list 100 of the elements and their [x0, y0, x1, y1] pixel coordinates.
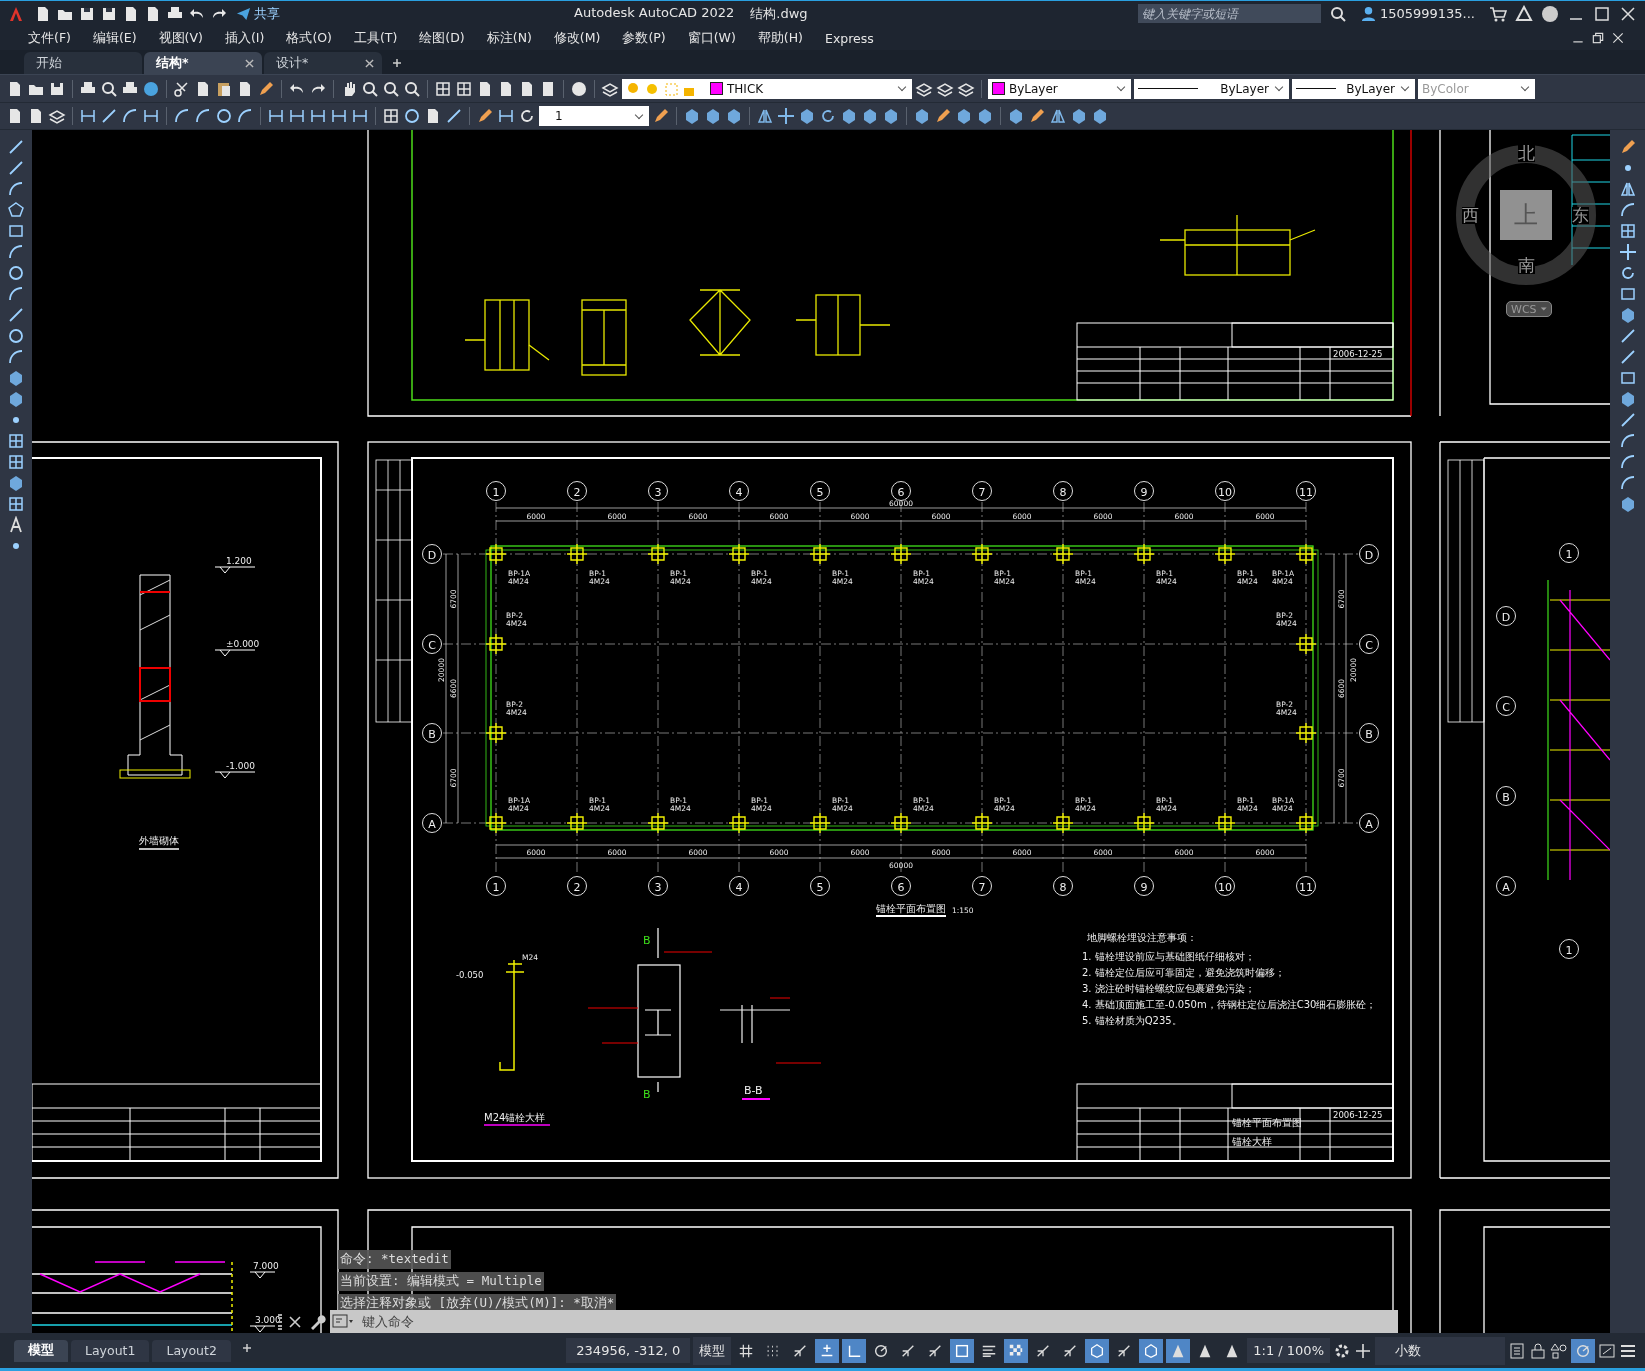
menu-item[interactable]: 文件(F): [20, 27, 79, 49]
cube-icon[interactable]: [725, 107, 743, 125]
coordinates-readout[interactable]: 234956, -312, 0: [566, 1338, 691, 1363]
fullscreen-icon[interactable]: [1598, 1341, 1616, 1360]
layout-tab[interactable]: Layout2: [152, 1339, 231, 1362]
arc-icon[interactable]: [194, 107, 212, 125]
circle-icon[interactable]: [215, 107, 233, 125]
menu-item[interactable]: 视图(V): [150, 27, 211, 49]
grid-icon[interactable]: [7, 495, 25, 513]
cube-icon[interactable]: [1070, 107, 1088, 125]
line-icon[interactable]: [7, 138, 25, 156]
close-icon[interactable]: [365, 58, 374, 68]
line-icon[interactable]: [7, 159, 25, 177]
menu-item[interactable]: 修改(M): [545, 27, 609, 49]
linetype-dropdown[interactable]: ByLayer: [1134, 78, 1289, 99]
search-icon[interactable]: [1328, 4, 1347, 23]
menu-item[interactable]: 插入(I): [216, 27, 273, 49]
menu-item[interactable]: 编辑(E): [84, 27, 145, 49]
letter-icon[interactable]: [7, 516, 25, 534]
user-account-button[interactable]: 1505999135...: [1354, 5, 1481, 22]
arc-icon[interactable]: [7, 180, 25, 198]
dimension-scale-dropdown[interactable]: 1: [539, 106, 649, 126]
transparency-toggle[interactable]: [1004, 1338, 1029, 1363]
new-layout-icon[interactable]: [241, 1342, 252, 1353]
grid-icon[interactable]: [382, 107, 400, 125]
close-icon[interactable]: [1611, 31, 1625, 45]
annotation-scale-button[interactable]: 1:1 / 100%: [1247, 1338, 1330, 1363]
layout-tab[interactable]: 模型: [14, 1339, 68, 1362]
arc-icon[interactable]: [1618, 453, 1637, 471]
model-space-button[interactable]: 模型: [693, 1336, 732, 1365]
menu-item[interactable]: 绘图(D): [411, 27, 473, 49]
plus-icon[interactable]: [1354, 1341, 1372, 1360]
autocad-logo-icon[interactable]: [8, 5, 24, 22]
cube-icon[interactable]: [1091, 107, 1109, 125]
cube-icon[interactable]: [1007, 107, 1025, 125]
command-input[interactable]: 键入命令: [356, 1310, 1398, 1333]
rectangle-icon[interactable]: [7, 222, 25, 240]
help-icon[interactable]: [570, 79, 588, 98]
rotate-icon[interactable]: [819, 107, 837, 125]
new-tab-icon[interactable]: [392, 58, 402, 68]
cube-icon[interactable]: [7, 390, 25, 408]
dimension-icon[interactable]: [267, 107, 285, 125]
grid-icon[interactable]: [455, 79, 473, 98]
arc-icon[interactable]: [1618, 432, 1637, 450]
pencil-icon[interactable]: [476, 107, 494, 125]
hardware-toggle[interactable]: [1571, 1338, 1595, 1363]
arc-icon[interactable]: [1618, 201, 1637, 219]
anno-visible-toggle[interactable]: [1166, 1338, 1191, 1363]
grid-icon[interactable]: [434, 79, 452, 98]
viewcube[interactable]: 北 西 上 东 南: [1456, 145, 1596, 285]
mirror-icon[interactable]: [756, 107, 774, 125]
magnifier-icon[interactable]: [100, 79, 118, 98]
pencil-icon[interactable]: [652, 107, 670, 125]
arc-icon[interactable]: [1618, 474, 1637, 492]
ducs-toggle[interactable]: [1085, 1338, 1110, 1363]
units-dropdown[interactable]: 小数: [1375, 1336, 1505, 1365]
lineweight-dropdown[interactable]: ByLayer: [1292, 78, 1415, 99]
cube-icon[interactable]: [882, 107, 900, 125]
lock-icon[interactable]: [1529, 1341, 1547, 1360]
line-icon[interactable]: [7, 306, 25, 324]
properties-icon[interactable]: [1508, 1341, 1526, 1360]
pencil-icon[interactable]: [934, 107, 952, 125]
move-icon[interactable]: [777, 107, 795, 125]
cube-icon[interactable]: [913, 107, 931, 125]
globe-icon[interactable]: [142, 79, 160, 98]
layer-dropdown[interactable]: THICK: [622, 78, 912, 99]
menu-item[interactable]: 参数(P): [614, 27, 674, 49]
dimension-icon[interactable]: [288, 107, 306, 125]
search-field[interactable]: 键入关键字或短语: [1137, 4, 1321, 23]
grid-icon[interactable]: [7, 432, 25, 450]
color-dropdown[interactable]: ByLayer: [988, 78, 1131, 99]
drawing-canvas[interactable]: [32, 130, 1610, 1333]
dimension-icon[interactable]: [330, 107, 348, 125]
layout-tab[interactable]: Layout1: [71, 1339, 150, 1362]
scissors-icon[interactable]: [173, 79, 191, 98]
arc-icon[interactable]: [7, 243, 25, 261]
zoom-icon[interactable]: [382, 79, 400, 98]
mirror-icon[interactable]: [1049, 107, 1067, 125]
rectangle-icon[interactable]: [1618, 369, 1637, 387]
rotate-icon[interactable]: [518, 107, 536, 125]
zoom-icon[interactable]: [403, 79, 421, 98]
layers-icon[interactable]: [48, 107, 66, 125]
cube-icon[interactable]: [976, 107, 994, 125]
arc-icon[interactable]: [7, 348, 25, 366]
move-icon[interactable]: [1618, 243, 1637, 261]
cube-icon[interactable]: [7, 474, 25, 492]
rectangle-icon[interactable]: [1618, 285, 1637, 303]
triangle-icon[interactable]: [1515, 4, 1533, 23]
close-icon[interactable]: [245, 58, 254, 68]
menu-item[interactable]: 窗口(W): [679, 27, 744, 49]
dimension-icon[interactable]: [309, 107, 327, 125]
dimension-icon[interactable]: [142, 107, 160, 125]
dynamic-input-toggle[interactable]: [815, 1338, 840, 1363]
grid-icon[interactable]: [7, 453, 25, 471]
angle-icon[interactable]: [236, 107, 254, 125]
arc-icon[interactable]: [7, 285, 25, 303]
cube-icon[interactable]: [840, 107, 858, 125]
mirror-icon[interactable]: [1618, 180, 1637, 198]
menu-item[interactable]: 帮助(H): [749, 27, 811, 49]
dimension-icon[interactable]: [79, 107, 97, 125]
